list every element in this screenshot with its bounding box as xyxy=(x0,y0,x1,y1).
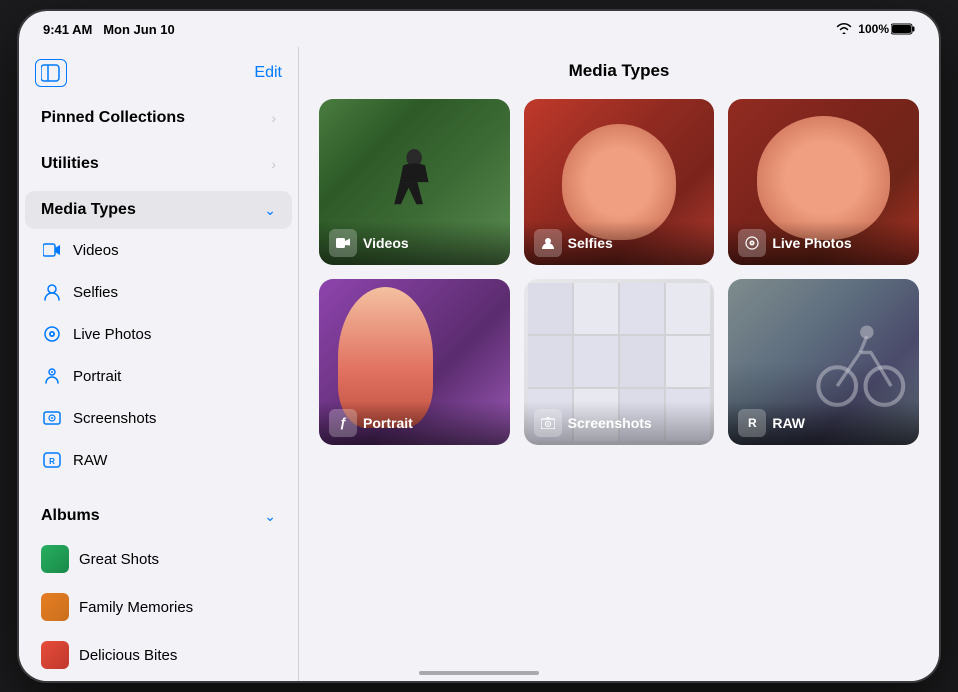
tile-portrait[interactable]: ƒ Portrait xyxy=(319,279,510,445)
albums-row[interactable]: Albums ⌄ xyxy=(25,497,292,535)
sidebar-item-live-photos[interactable]: Live Photos xyxy=(25,313,292,355)
raw-icon: R xyxy=(41,449,63,471)
tile-screenshots[interactable]: Screenshots xyxy=(524,279,715,445)
tile-live-photos[interactable]: Live Photos xyxy=(728,99,919,265)
wifi-icon xyxy=(836,22,852,37)
utilities-chevron-icon: › xyxy=(271,156,276,172)
pinned-collections-row[interactable]: Pinned Collections › xyxy=(25,99,292,137)
edit-button[interactable]: Edit xyxy=(254,64,282,82)
utilities-section: Utilities › xyxy=(19,141,298,187)
pinned-collections-section: Pinned Collections › xyxy=(19,95,298,141)
sidebar-item-selfies[interactable]: Selfies xyxy=(25,271,292,313)
sidebar-item-portrait[interactable]: Portrait xyxy=(25,355,292,397)
tile-portrait-label: Portrait xyxy=(363,415,413,431)
sidebar-item-videos[interactable]: Videos xyxy=(25,229,292,271)
tile-selfies[interactable]: Selfies xyxy=(524,99,715,265)
page-title: Media Types xyxy=(569,61,670,81)
status-time: 9:41 AM Mon Jun 10 xyxy=(43,22,175,37)
main-content: Media Types xyxy=(299,47,939,681)
screenshots-badge-icon xyxy=(534,409,562,437)
app-container: Edit Pinned Collections › Utilities › xyxy=(19,47,939,681)
tile-raw-label: RAW xyxy=(772,415,805,431)
sidebar-album-in-the-sun[interactable]: In the Sun xyxy=(25,679,292,681)
status-icons: 100% xyxy=(836,22,915,37)
sidebar-album-delicious-bites[interactable]: Delicious Bites xyxy=(25,631,292,679)
sidebar-album-family-memories[interactable]: Family Memories xyxy=(25,583,292,631)
live-photos-badge-icon xyxy=(738,229,766,257)
sidebar-album-great-shots[interactable]: Great Shots xyxy=(25,535,292,583)
sidebar-item-screenshots[interactable]: Screenshots xyxy=(25,397,292,439)
albums-chevron-icon: ⌄ xyxy=(264,508,276,525)
media-types-section: Media Types ⌄ Videos xyxy=(19,187,298,485)
tile-videos[interactable]: Videos xyxy=(319,99,510,265)
utilities-row[interactable]: Utilities › xyxy=(25,145,292,183)
albums-section: Albums ⌄ Great Shots Family Memories xyxy=(19,493,298,681)
sidebar-toggle-button[interactable] xyxy=(35,59,67,87)
sidebar: Edit Pinned Collections › Utilities › xyxy=(19,47,299,681)
home-indicator xyxy=(419,671,539,675)
raw-badge-icon: R xyxy=(738,409,766,437)
screenshots-icon xyxy=(41,407,63,429)
media-types-grid: Videos Selfies xyxy=(299,91,939,461)
selfies-icon xyxy=(41,281,63,303)
status-bar: 9:41 AM Mon Jun 10 100% xyxy=(19,11,939,47)
tile-videos-label: Videos xyxy=(363,235,409,251)
media-types-row[interactable]: Media Types ⌄ xyxy=(25,191,292,229)
portrait-icon xyxy=(41,365,63,387)
sidebar-header: Edit xyxy=(19,47,298,95)
tile-selfies-label: Selfies xyxy=(568,235,613,251)
video-icon xyxy=(41,239,63,261)
media-types-chevron-icon: ⌄ xyxy=(264,202,276,219)
videos-badge-icon xyxy=(329,229,357,257)
tile-raw[interactable]: R RAW xyxy=(728,279,919,445)
album-thumb-family-memories xyxy=(41,593,69,621)
sidebar-item-raw[interactable]: R RAW xyxy=(25,439,292,481)
portrait-badge-icon: ƒ xyxy=(329,409,357,437)
tile-live-photos-label: Live Photos xyxy=(772,235,851,251)
tile-screenshots-label: Screenshots xyxy=(568,415,652,431)
battery-indicator: 100% xyxy=(858,22,915,36)
album-thumb-delicious-bites xyxy=(41,641,69,669)
svg-text:R: R xyxy=(49,457,55,466)
ipad-frame: 9:41 AM Mon Jun 10 100% xyxy=(19,11,939,681)
content-header: Media Types xyxy=(299,47,939,91)
live-photos-icon xyxy=(41,323,63,345)
pinned-chevron-icon: › xyxy=(271,110,276,126)
selfies-badge-icon xyxy=(534,229,562,257)
album-thumb-great-shots xyxy=(41,545,69,573)
